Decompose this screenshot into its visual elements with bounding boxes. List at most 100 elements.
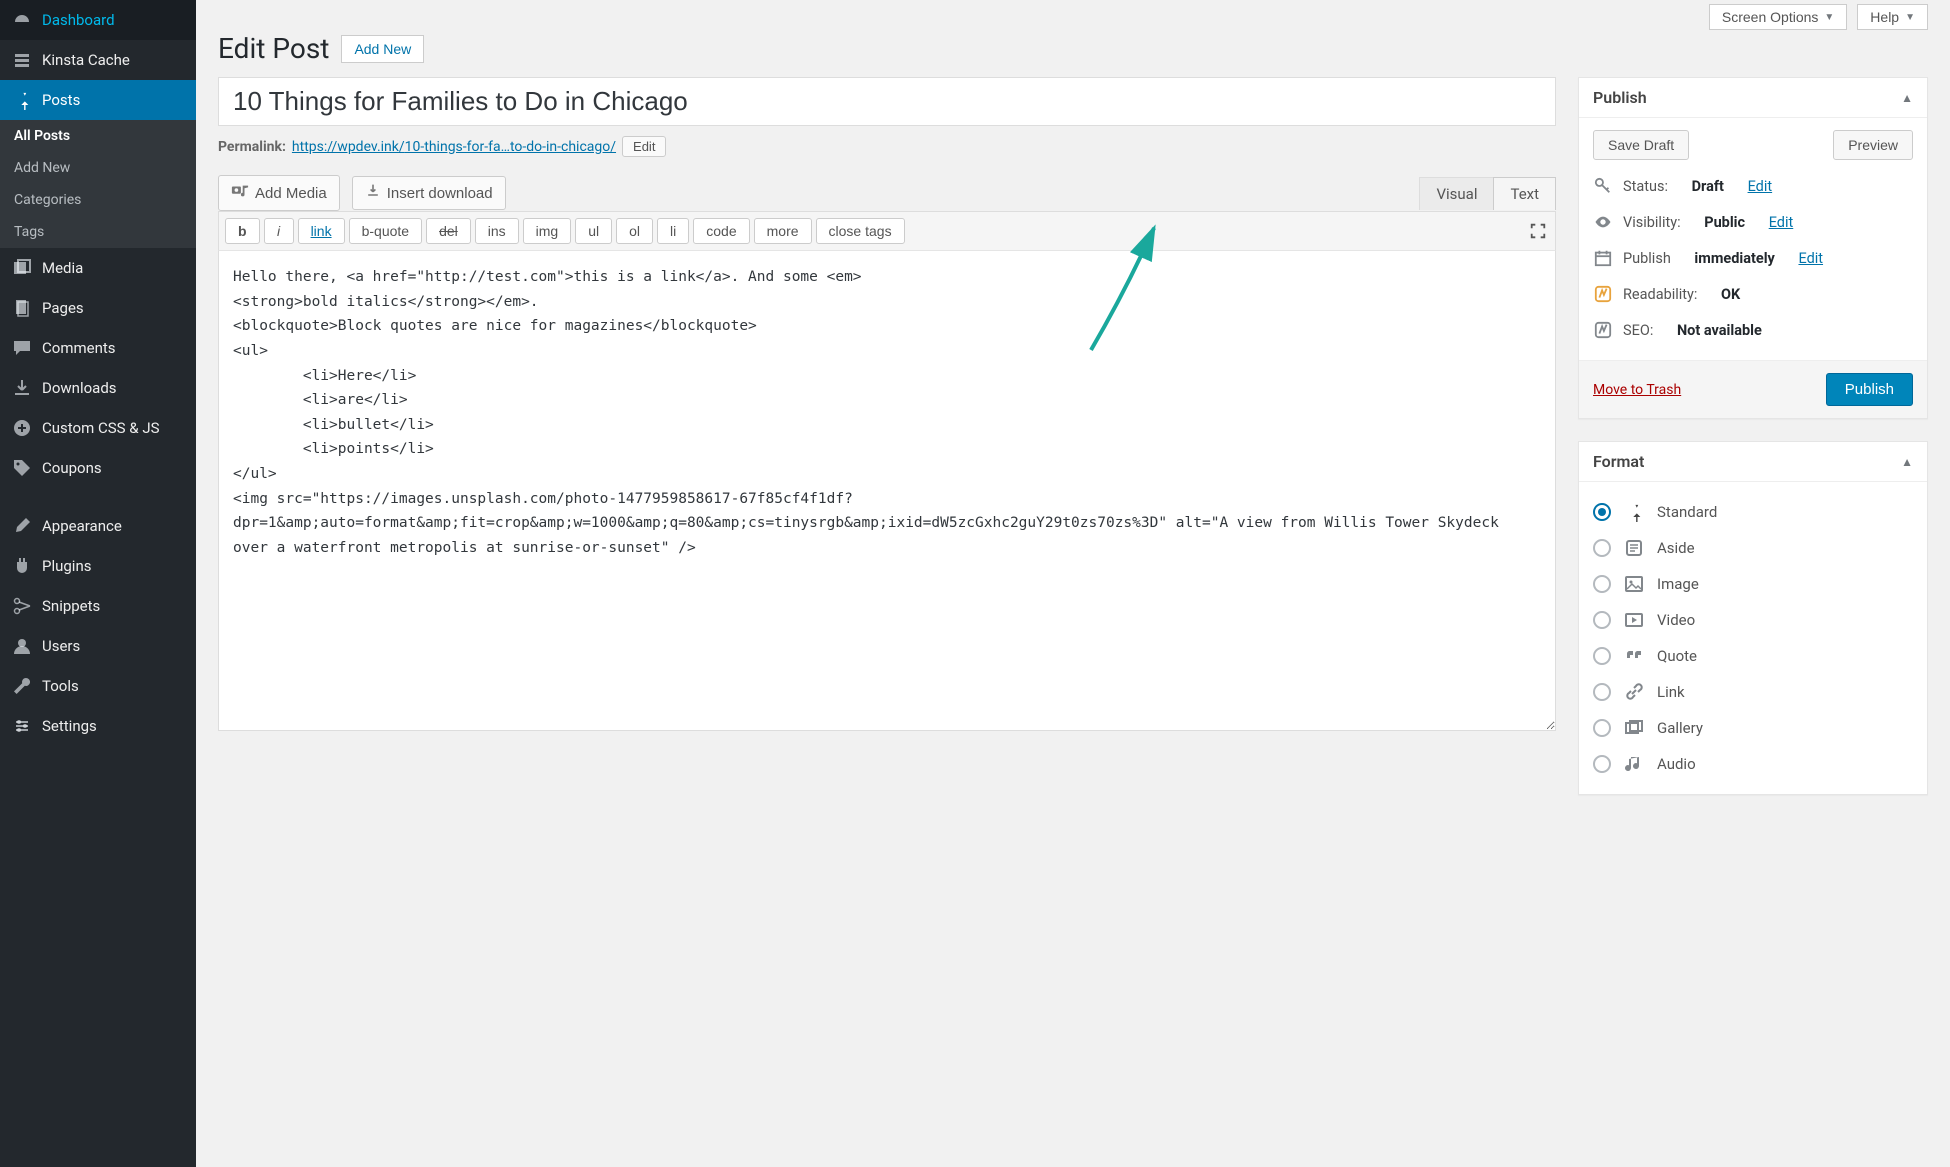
qt-li[interactable]: li — [657, 218, 689, 244]
help-button[interactable]: Help ▼ — [1857, 4, 1928, 30]
sidebar-item-label: Tools — [42, 677, 79, 695]
key-icon — [1593, 176, 1613, 196]
move-to-trash-link[interactable]: Move to Trash — [1593, 382, 1681, 398]
format-standard[interactable]: Standard — [1593, 494, 1913, 530]
radio-unchecked[interactable] — [1593, 647, 1611, 665]
radio-unchecked[interactable] — [1593, 719, 1611, 737]
sidebar-item-snippets[interactable]: Snippets — [0, 586, 196, 626]
format-box-header[interactable]: Format ▲ — [1579, 442, 1927, 482]
sidebar-item-label: Settings — [42, 717, 97, 735]
radio-unchecked[interactable] — [1593, 611, 1611, 629]
sidebar-item-pages[interactable]: Pages — [0, 288, 196, 328]
radio-unchecked[interactable] — [1593, 575, 1611, 593]
sidebar-item-dashboard[interactable]: Dashboard — [0, 0, 196, 40]
qt-bold[interactable]: b — [225, 218, 260, 244]
yoast-readability-icon — [1593, 284, 1613, 304]
format-aside[interactable]: Aside — [1593, 530, 1913, 566]
chevron-up-icon: ▲ — [1901, 91, 1913, 105]
sidebar-item-label: Pages — [42, 299, 84, 317]
sidebar-item-kinsta-cache[interactable]: Kinsta Cache — [0, 40, 196, 80]
submenu-item-all-posts[interactable]: All Posts — [0, 120, 196, 152]
editor-tab-text[interactable]: Text — [1493, 177, 1556, 210]
format-video[interactable]: Video — [1593, 602, 1913, 638]
sidebar-item-tools[interactable]: Tools — [0, 666, 196, 706]
pin-icon — [1623, 501, 1645, 523]
sidebar-item-label: Comments — [42, 339, 116, 357]
publish-box: Publish ▲ Save Draft Preview Status: Dra… — [1578, 77, 1928, 419]
sidebar-item-label: Custom CSS & JS — [42, 419, 160, 437]
radio-unchecked[interactable] — [1593, 683, 1611, 701]
sidebar-item-media[interactable]: Media — [0, 248, 196, 288]
format-image[interactable]: Image — [1593, 566, 1913, 602]
pin-icon — [12, 90, 32, 110]
sidebar-item-label: Plugins — [42, 557, 91, 575]
scissors-icon — [12, 596, 32, 616]
qt-more[interactable]: more — [754, 218, 812, 244]
add-new-button[interactable]: Add New — [341, 35, 424, 63]
plus-icon — [12, 418, 32, 438]
sidebar-item-comments[interactable]: Comments — [0, 328, 196, 368]
radio-unchecked[interactable] — [1593, 539, 1611, 557]
status-edit-link[interactable]: Edit — [1748, 178, 1773, 195]
schedule-edit-link[interactable]: Edit — [1798, 250, 1823, 267]
fullscreen-icon[interactable] — [1527, 220, 1549, 242]
downloads-icon — [12, 378, 32, 398]
aside-icon — [1623, 537, 1645, 559]
save-draft-button[interactable]: Save Draft — [1593, 130, 1689, 160]
insert-download-button[interactable]: Insert download — [352, 176, 506, 210]
plugin-icon — [12, 556, 32, 576]
sidebar-submenu-posts: All Posts Add New Categories Tags — [0, 120, 196, 248]
permalink-edit-button[interactable]: Edit — [622, 136, 666, 157]
qt-link[interactable]: link — [298, 218, 345, 244]
wrench-icon — [12, 676, 32, 696]
permalink-label: Permalink: — [218, 139, 286, 155]
radio-checked[interactable] — [1593, 503, 1611, 521]
chevron-down-icon: ▼ — [1905, 12, 1915, 23]
format-link[interactable]: Link — [1593, 674, 1913, 710]
qt-del[interactable]: del — [426, 218, 471, 244]
qt-blockquote[interactable]: b-quote — [349, 218, 422, 244]
qt-ul[interactable]: ul — [575, 218, 612, 244]
visibility-edit-link[interactable]: Edit — [1769, 214, 1794, 231]
format-quote[interactable]: Quote — [1593, 638, 1913, 674]
submenu-item-add-new[interactable]: Add New — [0, 152, 196, 184]
sidebar-item-custom-css[interactable]: Custom CSS & JS — [0, 408, 196, 448]
radio-unchecked[interactable] — [1593, 755, 1611, 773]
format-gallery[interactable]: Gallery — [1593, 710, 1913, 746]
sidebar-item-label: Downloads — [42, 379, 117, 397]
screen-options-button[interactable]: Screen Options ▼ — [1709, 4, 1847, 30]
pages-icon — [12, 298, 32, 318]
qt-italic[interactable]: i — [264, 218, 294, 244]
format-box: Format ▲ Standard Aside — [1578, 441, 1928, 795]
image-icon — [1623, 573, 1645, 595]
publish-box-header[interactable]: Publish ▲ — [1579, 78, 1927, 118]
qt-img[interactable]: img — [523, 218, 572, 244]
sidebar-item-settings[interactable]: Settings — [0, 706, 196, 746]
sidebar-item-plugins[interactable]: Plugins — [0, 546, 196, 586]
submenu-item-tags[interactable]: Tags — [0, 216, 196, 248]
permalink-link[interactable]: https://wpdev.ink/10-things-for-fa…to-do… — [292, 139, 616, 155]
sidebar-item-downloads[interactable]: Downloads — [0, 368, 196, 408]
publish-button[interactable]: Publish — [1826, 373, 1913, 406]
sidebar-item-label: Posts — [42, 91, 80, 109]
sidebar-item-users[interactable]: Users — [0, 626, 196, 666]
add-media-button[interactable]: Add Media — [218, 175, 340, 211]
post-content-textarea[interactable] — [218, 251, 1556, 731]
qt-close-tags[interactable]: close tags — [816, 218, 905, 244]
qt-ins[interactable]: ins — [475, 218, 519, 244]
sidebar-item-appearance[interactable]: Appearance — [0, 506, 196, 546]
sidebar-item-posts[interactable]: Posts — [0, 80, 196, 120]
qt-code[interactable]: code — [693, 218, 749, 244]
preview-button[interactable]: Preview — [1833, 130, 1913, 160]
post-title-input[interactable] — [218, 77, 1556, 126]
settings-icon — [12, 716, 32, 736]
editor-tab-visual[interactable]: Visual — [1419, 177, 1493, 210]
eye-icon — [1593, 212, 1613, 232]
comments-icon — [12, 338, 32, 358]
qt-ol[interactable]: ol — [616, 218, 653, 244]
gallery-icon — [1623, 717, 1645, 739]
audio-icon — [1623, 753, 1645, 775]
format-audio[interactable]: Audio — [1593, 746, 1913, 782]
submenu-item-categories[interactable]: Categories — [0, 184, 196, 216]
sidebar-item-coupons[interactable]: Coupons — [0, 448, 196, 488]
